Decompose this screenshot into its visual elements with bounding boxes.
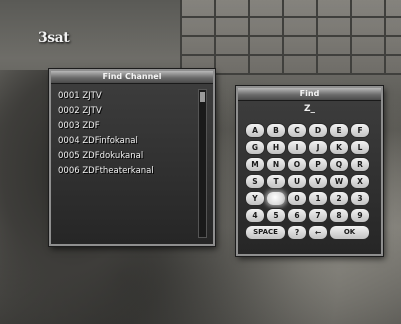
key-8[interactable]: 8 <box>330 209 348 222</box>
key-0[interactable]: 0 <box>288 192 306 205</box>
key-3[interactable]: 3 <box>351 192 369 205</box>
key-l[interactable]: L <box>351 141 369 154</box>
space-key[interactable]: SPACE <box>246 226 285 239</box>
scrollbar-thumb[interactable] <box>200 92 205 102</box>
key-1[interactable]: 1 <box>309 192 327 205</box>
key-t[interactable]: T <box>267 175 285 188</box>
channel-list-item[interactable]: 0003 ZDF <box>58 119 196 134</box>
key-6[interactable]: 6 <box>288 209 306 222</box>
channel-list-item[interactable]: 0006 ZDFtheaterkanal <box>58 164 196 179</box>
key-s[interactable]: S <box>246 175 264 188</box>
key-b[interactable]: B <box>267 124 285 137</box>
key-k[interactable]: K <box>330 141 348 154</box>
ok-button[interactable]: OK <box>330 226 369 239</box>
key-j[interactable]: J <box>309 141 327 154</box>
key-5[interactable]: 5 <box>267 209 285 222</box>
key-f[interactable]: F <box>351 124 369 137</box>
key-z-selected[interactable] <box>267 192 285 205</box>
backspace-arrow-icon[interactable]: ← <box>309 226 327 239</box>
channel-list-item[interactable]: 0005 ZDFdokukanal <box>58 149 196 164</box>
key-p[interactable]: P <box>309 158 327 171</box>
key-m[interactable]: M <box>246 158 264 171</box>
find-channel-panel: Find Channel 0001 ZJTV 0002 ZJTV 0003 ZD… <box>49 69 215 246</box>
key-7[interactable]: 7 <box>309 209 327 222</box>
key-x[interactable]: X <box>351 175 369 188</box>
channel-logo: 3sat <box>38 30 70 46</box>
key-y[interactable]: Y <box>246 192 264 205</box>
key-a[interactable]: A <box>246 124 264 137</box>
channel-list-scrollbar[interactable] <box>198 89 207 238</box>
key-u[interactable]: U <box>288 175 306 188</box>
key-e[interactable]: E <box>330 124 348 137</box>
key-q[interactable]: Q <box>330 158 348 171</box>
channel-list-item[interactable]: 0002 ZJTV <box>58 104 196 119</box>
question-mark-key[interactable]: ? <box>288 226 306 239</box>
search-input[interactable]: Z_ <box>238 104 381 114</box>
channel-list-item[interactable]: 0004 ZDFinfokanal <box>58 134 196 149</box>
key-9[interactable]: 9 <box>351 209 369 222</box>
find-dialog: Find Z_ A B C D E F G H I J K L M N O P … <box>236 86 383 256</box>
find-channel-title: Find Channel <box>51 71 213 84</box>
channel-list: 0001 ZJTV 0002 ZJTV 0003 ZDF 0004 ZDFinf… <box>58 89 196 179</box>
on-screen-keyboard: A B C D E F G H I J K L M N O P Q R S T … <box>246 124 373 239</box>
key-v[interactable]: V <box>309 175 327 188</box>
key-r[interactable]: R <box>351 158 369 171</box>
key-2[interactable]: 2 <box>330 192 348 205</box>
key-n[interactable]: N <box>267 158 285 171</box>
key-c[interactable]: C <box>288 124 306 137</box>
key-o[interactable]: O <box>288 158 306 171</box>
key-w[interactable]: W <box>330 175 348 188</box>
key-i[interactable]: I <box>288 141 306 154</box>
key-4[interactable]: 4 <box>246 209 264 222</box>
background-brick-wall <box>180 0 401 75</box>
channel-list-item[interactable]: 0001 ZJTV <box>58 89 196 104</box>
find-dialog-title: Find <box>238 88 381 101</box>
key-g[interactable]: G <box>246 141 264 154</box>
key-h[interactable]: H <box>267 141 285 154</box>
key-d[interactable]: D <box>309 124 327 137</box>
